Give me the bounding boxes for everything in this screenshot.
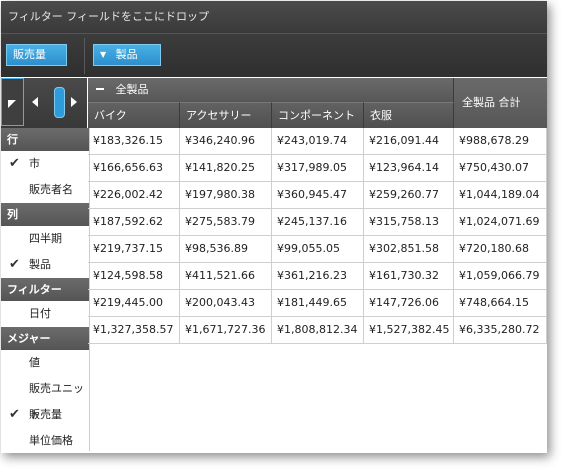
table-row-grand-total: ¥1,327,358.57 ¥1,671,727.36 ¥1,808,812.3… — [88, 317, 547, 344]
check-icon: ✔ — [9, 156, 20, 171]
data-cell[interactable]: ¥302,851.58 — [364, 236, 454, 262]
data-cell[interactable]: ¥181,449.65 — [272, 290, 364, 316]
column-chip-product[interactable]: ▼ 製品 — [93, 44, 161, 66]
field-item-quarter[interactable]: 四半期 — [1, 226, 89, 252]
data-cell[interactable]: ¥123,964.14 — [364, 155, 454, 181]
field-list-toggle-button[interactable] — [1, 78, 24, 126]
field-item-label: 日付 — [29, 307, 51, 320]
data-cell[interactable]: ¥226,002.42 — [88, 182, 180, 208]
table-row: ¥166,656.63 ¥141,820.25 ¥317,989.05 ¥123… — [88, 155, 547, 182]
field-item-sales-units[interactable]: 販売ユニット — [1, 376, 89, 421]
table-row: ¥226,002.42 ¥197,980.38 ¥360,945.47 ¥259… — [88, 182, 547, 209]
field-item-label: 値 — [29, 356, 40, 369]
column-header-components[interactable]: コンポーネント — [272, 102, 364, 128]
scroll-right-icon[interactable] — [71, 97, 77, 107]
data-cell[interactable]: ¥141,820.25 — [180, 155, 272, 181]
field-item-label: 製品 — [29, 258, 51, 271]
corner-triangle-icon — [8, 100, 16, 108]
field-item-unit-price[interactable]: 単位価格 — [1, 428, 89, 454]
drop-area-divider — [84, 38, 85, 74]
data-cell[interactable]: ¥1,527,382.45 — [364, 317, 454, 343]
section-measures-header: メジャー — [1, 327, 89, 350]
group-header-label: 全製品 — [115, 83, 149, 96]
scroll-left-icon[interactable] — [32, 97, 38, 107]
check-icon: ✔ — [9, 407, 20, 422]
data-cell[interactable]: ¥187,592.62 — [88, 209, 180, 235]
data-cell[interactable]: ¥219,737.15 — [88, 236, 180, 262]
data-cell[interactable]: ¥346,240.96 — [180, 128, 272, 154]
data-cell[interactable]: ¥275,583.79 — [180, 209, 272, 235]
field-drop-area: 販売量 ▼ 製品 — [1, 33, 547, 77]
filter-funnel-icon[interactable]: ▼ — [100, 50, 106, 59]
data-cell[interactable]: ¥411,521.66 — [180, 263, 272, 289]
total-cell[interactable]: ¥750,430.07 — [454, 155, 547, 181]
section-filters-header: フィルター — [1, 278, 89, 301]
table-row: ¥124,598.58 ¥411,521.66 ¥361,216.23 ¥161… — [88, 263, 547, 290]
data-cell[interactable]: ¥197,980.38 — [180, 182, 272, 208]
data-cell[interactable]: ¥360,945.47 — [272, 182, 364, 208]
data-cell[interactable]: ¥1,327,358.57 — [88, 317, 180, 343]
table-row: ¥183,326.15 ¥346,240.96 ¥243,019.74 ¥216… — [88, 128, 547, 155]
grid-body: ¥183,326.15 ¥346,240.96 ¥243,019.74 ¥216… — [88, 128, 547, 344]
field-item-label: 販売量 — [29, 408, 62, 421]
data-cell[interactable]: ¥99,055.05 — [272, 236, 364, 262]
width-slider-handle[interactable] — [55, 88, 64, 117]
data-cell[interactable]: ¥161,730.32 — [364, 263, 454, 289]
data-cell[interactable]: ¥147,726.06 — [364, 290, 454, 316]
total-cell[interactable]: ¥1,059,066.79 — [454, 263, 547, 289]
field-item-label: 四半期 — [29, 232, 62, 245]
data-cell[interactable]: ¥245,137.16 — [272, 209, 364, 235]
field-item-date[interactable]: 日付 — [1, 301, 89, 327]
table-row: ¥187,592.62 ¥275,583.79 ¥245,137.16 ¥315… — [88, 209, 547, 236]
data-cell[interactable]: ¥361,216.23 — [272, 263, 364, 289]
data-cell[interactable]: ¥1,671,727.36 — [180, 317, 272, 343]
total-cell[interactable]: ¥720,180.68 — [454, 236, 547, 262]
column-header-bike[interactable]: バイク — [88, 102, 180, 128]
section-rows-header: 行 — [1, 128, 89, 151]
field-item-product[interactable]: ✔ 製品 — [1, 252, 89, 278]
total-cell[interactable]: ¥1,024,071.69 — [454, 209, 547, 235]
field-item-label: 市 — [29, 157, 40, 170]
section-columns-header: 列 — [1, 203, 89, 226]
collapse-minus-icon[interactable] — [96, 88, 104, 90]
total-cell[interactable]: ¥1,044,189.04 — [454, 182, 547, 208]
table-row: ¥219,445.00 ¥200,043.43 ¥181,449.65 ¥147… — [88, 290, 547, 317]
data-cell[interactable]: ¥317,989.05 — [272, 155, 364, 181]
data-cell[interactable]: ¥315,758.13 — [364, 209, 454, 235]
measure-chip-sales[interactable]: 販売量 — [6, 44, 67, 66]
field-item-label: 単位価格 — [29, 434, 73, 447]
total-cell[interactable]: ¥748,664.15 — [454, 290, 547, 316]
data-cell[interactable]: ¥166,656.63 — [88, 155, 180, 181]
total-header-label: 全製品 合計 — [462, 96, 521, 109]
data-cell[interactable]: ¥124,598.58 — [88, 263, 180, 289]
data-cell[interactable]: ¥183,326.15 — [88, 128, 180, 154]
field-item-label: 販売者名 — [29, 183, 73, 196]
data-cell[interactable]: ¥200,043.43 — [180, 290, 272, 316]
data-cell[interactable]: ¥1,808,812.34 — [272, 317, 364, 343]
column-header-clothing[interactable]: 衣服 — [364, 102, 454, 128]
total-cell[interactable]: ¥988,678.29 — [454, 128, 547, 154]
data-cell[interactable]: ¥243,019.74 — [272, 128, 364, 154]
field-item-seller-name[interactable]: 販売者名 — [1, 177, 89, 203]
field-item-sales-amount[interactable]: ✔ 販売量 — [1, 402, 89, 428]
check-icon: ✔ — [9, 257, 20, 272]
total-cell[interactable]: ¥6,335,280.72 — [454, 317, 547, 343]
column-header-accessories[interactable]: アクセサリー — [180, 102, 272, 128]
data-cell[interactable]: ¥219,445.00 — [88, 290, 180, 316]
total-column-header[interactable]: 全製品 合計 — [454, 78, 547, 128]
filter-drop-label: フィルター フィールドをここにドロップ — [8, 10, 210, 23]
table-row: ¥219,737.15 ¥98,536.89 ¥99,055.05 ¥302,8… — [88, 236, 547, 263]
pivot-grid-window: フィルター フィールドをここにドロップ 販売量 ▼ 製品 行 ✔ 市 販売者名 … — [1, 1, 547, 453]
field-item-city[interactable]: ✔ 市 — [1, 151, 89, 177]
data-cell[interactable]: ¥98,536.89 — [180, 236, 272, 262]
data-cell[interactable]: ¥259,260.77 — [364, 182, 454, 208]
field-item-value[interactable]: 値 — [1, 350, 89, 376]
field-list-panel: 行 ✔ 市 販売者名 列 四半期 ✔ 製品 フィルター 日付 メジャー 値 販売… — [1, 128, 90, 451]
column-chip-label: 製品 — [115, 48, 138, 61]
group-header-all-products[interactable]: 全製品 — [88, 78, 454, 102]
field-list-controls — [1, 78, 87, 128]
data-cell[interactable]: ¥216,091.44 — [364, 128, 454, 154]
measure-chip-label: 販売量 — [13, 48, 46, 61]
filter-drop-area[interactable]: フィルター フィールドをここにドロップ — [1, 1, 547, 33]
